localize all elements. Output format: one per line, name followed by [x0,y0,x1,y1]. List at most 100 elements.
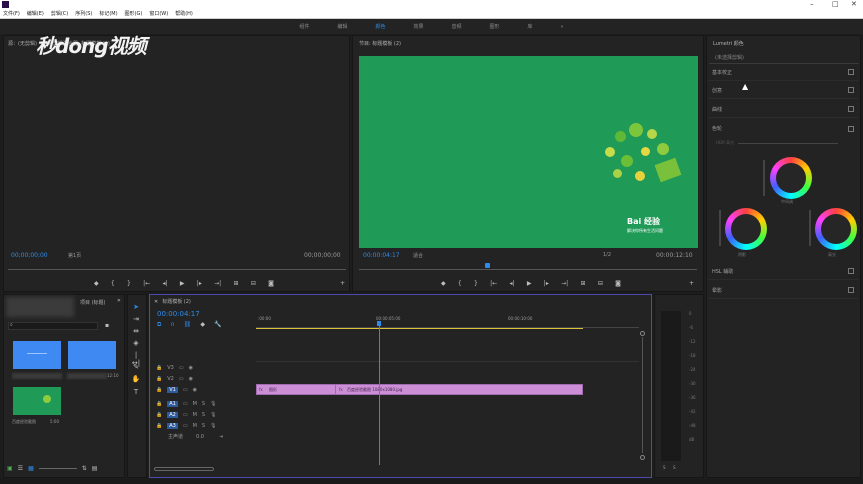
mark-out-icon[interactable]: } [474,280,478,287]
solo-right-button[interactable]: S [673,465,676,470]
scroll-down-icon[interactable] [640,455,645,460]
program-tab[interactable]: 节目: 标题模板 (2) [359,40,401,47]
maximize-icon[interactable]: □ [832,0,839,8]
midtones-slider[interactable] [763,160,765,196]
lock-icon[interactable]: 🔒 [156,365,162,371]
mic-icon[interactable]: 🎙 [210,423,216,429]
track-select-tool-icon[interactable]: ⇥ [131,315,141,325]
track-header-a2[interactable]: 🔒 A2 ▭ M S 🎙 [156,409,254,420]
icon-view-icon[interactable]: ▦ [28,465,34,472]
video-clip[interactable]: fx 图形 fx 百度经验截图 1080x1080.jpg [256,384,583,395]
eye-icon[interactable]: ◉ [189,376,193,382]
wrench-icon[interactable]: 🔧 [214,321,221,329]
mark-out-icon[interactable]: } [127,280,131,287]
solo-icon[interactable]: S [202,423,205,429]
step-forward-icon[interactable]: |▸ [544,280,549,287]
tab-graphics[interactable]: 图形 [489,23,499,30]
sync-icon[interactable]: ▭ [183,387,188,393]
section-checkbox[interactable] [848,125,854,132]
sync-icon[interactable]: ▭ [179,365,184,371]
thumbnail-item[interactable] [68,341,116,369]
lock-icon[interactable]: 🔒 [156,423,162,429]
lock-icon[interactable]: ▣ [7,465,13,472]
slip-tool-icon[interactable]: |↔| [131,351,141,367]
track-header-a1[interactable]: 🔒 A1 ▭ M S 🎙 [156,398,254,409]
list-view-icon[interactable]: ☰ [18,465,23,472]
tab-editing[interactable]: 编辑 [337,23,347,30]
razor-tool-icon[interactable]: ◈ [131,339,141,349]
section-vignette[interactable]: 晕影 [708,282,858,299]
tab-color[interactable]: 颜色 [375,23,385,30]
highlights-slider[interactable] [809,210,811,246]
hand-tool-icon[interactable]: ✋ [131,375,141,385]
project-tab[interactable]: 项目 (标题) [80,299,106,306]
sync-icon[interactable]: ▭ [183,423,188,429]
program-resolution-select[interactable]: 1/2 [603,252,611,258]
mic-icon[interactable]: 🎙 [210,401,216,407]
section-hsl-secondary[interactable]: HSL 辅助 [708,263,858,280]
add-marker-icon[interactable]: ◆ [200,321,205,329]
close-icon[interactable]: ✕ [851,0,857,8]
sync-icon[interactable]: ▭ [183,401,188,407]
minimize-icon[interactable]: – [810,0,814,8]
play-icon[interactable]: ▶ [527,280,532,287]
menu-edit[interactable]: 编辑(E) [27,10,44,17]
lock-icon[interactable]: 🔒 [156,376,162,382]
add-button-icon[interactable]: + [689,280,694,287]
track-header-master[interactable]: 主声道 0.0 ⇥ [156,431,254,442]
midtones-wheel[interactable] [770,157,812,199]
mute-icon[interactable]: M [193,423,197,429]
timeline-track-area[interactable] [256,361,639,465]
tab-audio[interactable]: 音频 [451,23,461,30]
program-playhead[interactable] [485,263,490,268]
pen-tool-icon[interactable]: ✎ [131,363,141,373]
program-timecode[interactable]: 00:00:04:17 [363,252,400,259]
marker-icon[interactable]: ◆ [441,280,446,287]
section-color-wheels[interactable]: 色轮 [708,120,858,137]
go-to-in-icon[interactable]: |← [490,280,497,287]
section-checkbox[interactable] [848,268,854,274]
mic-icon[interactable]: 🎙 [210,412,216,418]
insert-icon[interactable]: ⊞ [234,280,239,287]
section-checkbox[interactable] [848,287,854,293]
lock-icon[interactable]: 🔒 [156,401,162,407]
thumbnail-item[interactable] [13,387,61,415]
zoom-slider[interactable] [38,468,77,469]
timeline-timecode[interactable]: 00:00:04:17 [157,310,200,318]
highlights-wheel[interactable] [815,208,857,250]
tab-more[interactable]: » [561,24,564,30]
new-bin-icon[interactable]: ▪ [105,322,109,329]
thumbnail-item[interactable] [13,341,61,369]
shadows-slider[interactable] [719,210,721,246]
track-header-v2[interactable]: 🔒 V2 ▭ ◉ [156,373,254,384]
menu-marker[interactable]: 标记(M) [99,10,117,17]
horizontal-scrollbar[interactable] [154,467,214,471]
section-checkbox[interactable] [848,87,854,93]
shadows-wheel[interactable] [725,208,767,250]
track-header-v1[interactable]: 🔒 V1 ▭ ◉ [156,384,254,395]
menu-graphics[interactable]: 图形(G) [125,10,143,17]
master-level[interactable]: 0.0 [196,434,204,440]
eye-icon[interactable]: ◉ [189,365,193,371]
camera-icon[interactable]: ◙ [615,280,621,287]
lumetri-tab[interactable]: Lumetri 颜色 [713,40,744,47]
source-tab[interactable]: 源：(无剪辑) [8,41,37,47]
ripple-edit-tool-icon[interactable]: ⇹ [131,327,141,337]
project-search-input[interactable] [8,322,98,330]
menu-help[interactable]: 帮助(H) [175,10,193,17]
tab-effects[interactable]: 效果 [413,23,423,30]
linked-icon[interactable]: ⛓ [184,321,192,329]
sort-icon[interactable]: ⇅ [82,465,87,472]
lock-icon[interactable]: 🔒 [156,387,162,393]
step-back-icon[interactable]: ◂| [510,280,515,287]
mark-in-icon[interactable]: { [458,280,462,287]
track-header-v3[interactable]: 🔒 V3 ▭ ◉ [156,362,254,373]
mute-icon[interactable]: M [193,412,197,418]
extract-icon[interactable]: ⊟ [598,280,603,287]
tab-libraries[interactable]: 库 [528,23,533,30]
go-to-out-icon[interactable]: →| [561,280,568,287]
source-ruler[interactable] [8,264,346,270]
overwrite-icon[interactable]: ⊟ [251,280,256,287]
step-forward-icon[interactable]: |▸ [197,280,202,287]
hdr-highlight-slider[interactable]: HDR 高光 [716,140,851,146]
